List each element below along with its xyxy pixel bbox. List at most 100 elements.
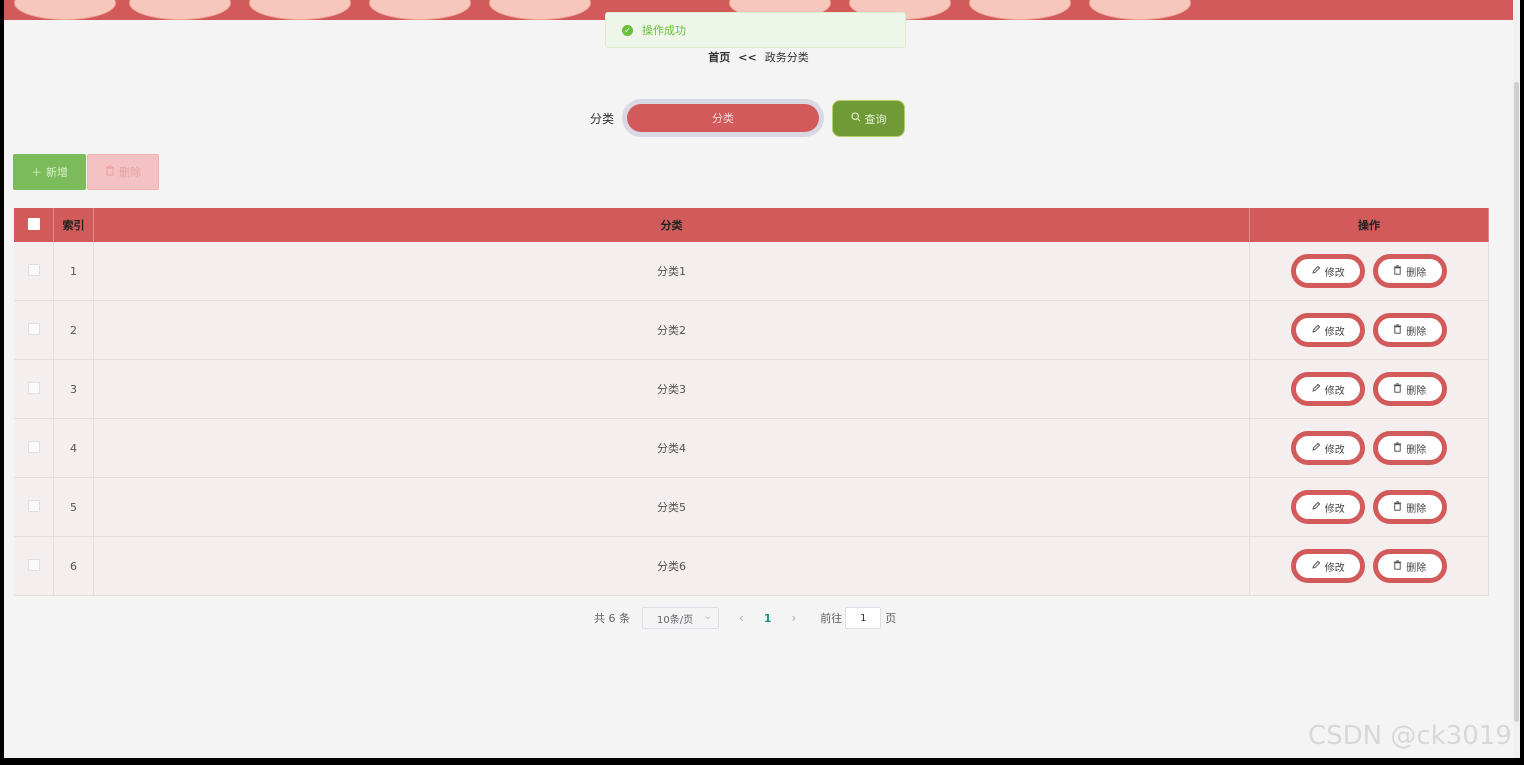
- delete-button[interactable]: 删除: [1372, 313, 1447, 347]
- banner-scallop: [249, 0, 351, 20]
- row-category: 分类4: [93, 418, 1250, 478]
- category-search-input[interactable]: [627, 104, 819, 132]
- row-category: 分类2: [93, 300, 1250, 360]
- delete-button[interactable]: 删除: [1372, 254, 1447, 288]
- row-select-cell: [14, 536, 54, 596]
- row-ops: 修改 删除: [1249, 536, 1489, 596]
- banner-scallop: [969, 0, 1071, 20]
- query-button[interactable]: 查询: [832, 100, 905, 137]
- table-row: 2 分类2 修改 删除: [14, 300, 1489, 360]
- row-index: 2: [53, 300, 94, 360]
- edit-icon: [1312, 442, 1321, 454]
- delete-label: 删除: [1406, 503, 1427, 515]
- goto-label: 前往: [820, 612, 843, 625]
- row-ops: 修改 删除: [1249, 418, 1489, 478]
- batch-delete-button[interactable]: 删除: [87, 154, 159, 190]
- trash-icon: [1393, 323, 1402, 337]
- chevron-down-icon: ⌄: [703, 611, 712, 622]
- edit-icon: [1312, 501, 1321, 513]
- search-input-wrapper: [622, 99, 824, 137]
- table-row: 4 分类4 修改 删除: [14, 418, 1489, 478]
- scrollbar-thumb[interactable]: [1514, 82, 1519, 722]
- add-button-label: 新增: [46, 166, 68, 179]
- row-checkbox[interactable]: [27, 440, 40, 453]
- batch-delete-label: 删除: [119, 166, 141, 179]
- watermark: CSDN @ck3019: [1308, 721, 1512, 751]
- row-index: 3: [53, 359, 94, 419]
- page-size-select[interactable]: 10条/页 ⌄: [642, 607, 719, 629]
- trash-icon: [1393, 500, 1402, 514]
- delete-button[interactable]: 删除: [1372, 431, 1447, 465]
- row-category: 分类3: [93, 359, 1250, 419]
- select-all-checkbox[interactable]: [27, 217, 40, 230]
- page-size-value: 10条/页: [657, 614, 694, 626]
- row-category: 分类1: [93, 242, 1250, 301]
- banner-scallop: [369, 0, 471, 20]
- header-ops: 操作: [1249, 208, 1489, 242]
- edit-label: 修改: [1324, 267, 1345, 279]
- page-unit-label: 页: [885, 612, 897, 625]
- search-label: 分类: [590, 112, 615, 126]
- banner-scallop: [14, 0, 116, 20]
- row-ops: 修改 删除: [1249, 477, 1489, 537]
- next-page-icon[interactable]: ›: [791, 611, 796, 625]
- table-row: 5 分类5 修改 删除: [14, 477, 1489, 537]
- trash-icon: [105, 165, 115, 179]
- breadcrumb: 首页 << 政务分类: [4, 49, 1513, 65]
- prev-page-icon[interactable]: ‹: [739, 611, 744, 625]
- delete-label: 删除: [1406, 444, 1427, 456]
- edit-button[interactable]: 修改: [1291, 313, 1366, 347]
- edit-button[interactable]: 修改: [1291, 549, 1366, 583]
- banner-scallop: [1089, 0, 1191, 20]
- row-checkbox[interactable]: [27, 322, 40, 335]
- edit-button[interactable]: 修改: [1291, 254, 1366, 288]
- header-category: 分类: [93, 208, 1250, 242]
- row-index: 6: [53, 536, 94, 596]
- header-index: 索引: [53, 208, 94, 242]
- delete-button[interactable]: 删除: [1372, 372, 1447, 406]
- goto-page-input[interactable]: [845, 607, 882, 629]
- edit-button[interactable]: 修改: [1291, 431, 1366, 465]
- pagination: 共 6 条 10条/页 ⌄ ‹ 1 › 前往 页: [594, 607, 896, 629]
- check-circle-icon: ✓: [622, 24, 633, 36]
- breadcrumb-home[interactable]: 首页: [708, 51, 730, 64]
- row-checkbox[interactable]: [27, 558, 40, 571]
- row-checkbox[interactable]: [27, 499, 40, 512]
- row-ops: 修改 删除: [1249, 242, 1489, 301]
- row-select-cell: [14, 300, 54, 360]
- banner-scallop: [129, 0, 231, 20]
- row-checkbox[interactable]: [27, 263, 40, 276]
- vertical-scrollbar[interactable]: [1513, 0, 1520, 758]
- edit-label: 修改: [1324, 503, 1345, 515]
- edit-icon: [1312, 560, 1321, 572]
- edit-label: 修改: [1324, 326, 1345, 338]
- row-ops: 修改 删除: [1249, 359, 1489, 419]
- edit-button[interactable]: 修改: [1291, 372, 1366, 406]
- table-row: 3 分类3 修改 删除: [14, 359, 1489, 419]
- trash-icon: [1393, 264, 1402, 278]
- row-index: 5: [53, 477, 94, 537]
- row-index: 1: [53, 242, 94, 301]
- trash-icon: [1393, 441, 1402, 455]
- banner-scallop: [489, 0, 591, 20]
- category-table: 索引 分类 操作 1 分类1 修改 删除 2 分类2 修改 删除 3 分类3 修…: [14, 208, 1489, 596]
- delete-label: 删除: [1406, 562, 1427, 574]
- page-number-current[interactable]: 1: [764, 612, 772, 625]
- row-category: 分类5: [93, 477, 1250, 537]
- add-button[interactable]: ＋ 新增: [13, 154, 86, 190]
- success-toast: ✓ 操作成功: [605, 12, 906, 48]
- breadcrumb-separator: <<: [738, 51, 757, 64]
- table-header-row: 索引 分类 操作: [14, 208, 1489, 242]
- row-select-cell: [14, 477, 54, 537]
- row-index: 4: [53, 418, 94, 478]
- delete-button[interactable]: 删除: [1372, 490, 1447, 524]
- search-icon: [850, 112, 861, 125]
- edit-label: 修改: [1324, 562, 1345, 574]
- table-row: 6 分类6 修改 删除: [14, 536, 1489, 596]
- row-checkbox[interactable]: [27, 381, 40, 394]
- row-select-cell: [14, 418, 54, 478]
- header-select-cell: [14, 208, 54, 242]
- edit-label: 修改: [1324, 444, 1345, 456]
- edit-button[interactable]: 修改: [1291, 490, 1366, 524]
- delete-button[interactable]: 删除: [1372, 549, 1447, 583]
